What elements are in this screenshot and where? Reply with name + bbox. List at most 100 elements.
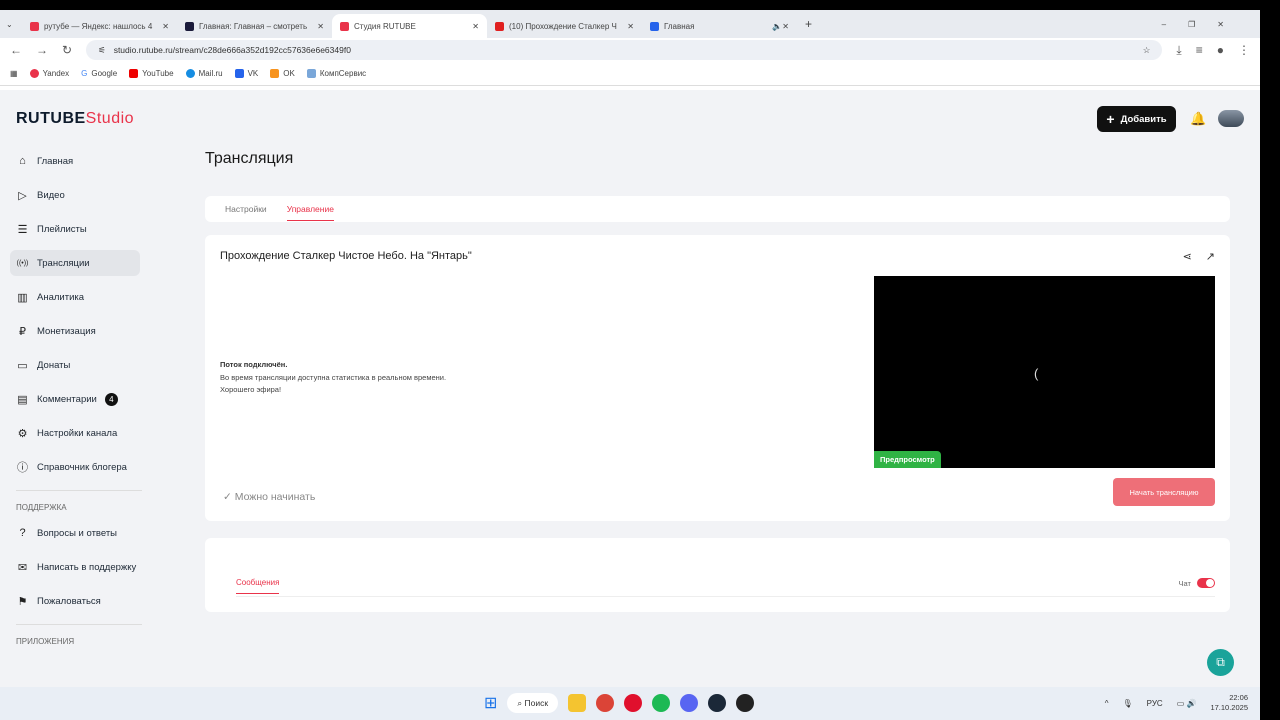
tray-expand-icon[interactable]: ^ xyxy=(1105,699,1109,708)
close-tab-icon[interactable]: ✕ xyxy=(472,22,479,31)
browser-tab[interactable]: Главная 🔈✕ xyxy=(642,14,797,38)
sidebar-item-home[interactable]: ⌂ Главная xyxy=(10,148,140,174)
apps-icon[interactable]: ▦ xyxy=(10,69,18,78)
stream-title: Прохождение Сталкер Чистое Небо. На "Янт… xyxy=(220,250,472,262)
video-preview-player[interactable]: ( Предпросмотр xyxy=(874,276,1215,468)
analytics-icon: ▥ xyxy=(17,291,28,304)
bookmark-kompservis[interactable]: КомпСервис xyxy=(306,69,366,78)
tab-label: Главная xyxy=(664,21,695,31)
browser-tab[interactable]: Главная: Главная – смотреть ✕ xyxy=(177,14,332,38)
sidebar-item-channel-settings[interactable]: ⚙ Настройки канала xyxy=(10,420,140,446)
stream-card: Прохождение Сталкер Чистое Небо. На "Янт… xyxy=(205,235,1230,521)
sidebar-item-faq[interactable]: ? Вопросы и ответы xyxy=(10,520,140,546)
tab-search-button[interactable]: ⌄ xyxy=(6,20,22,29)
profile-icon[interactable]: ● xyxy=(1217,43,1224,57)
taskbar-search[interactable]: ⌕ Поиск xyxy=(507,693,559,713)
bookmark-yandex[interactable]: Yandex xyxy=(29,69,69,78)
tab-messages[interactable]: Сообщения xyxy=(236,578,280,594)
question-icon: ? xyxy=(19,527,26,539)
opera-icon[interactable] xyxy=(624,694,643,712)
tab-favicon-icon xyxy=(495,21,504,31)
tab-favicon-icon xyxy=(650,21,659,31)
microphone-icon[interactable]: 🎙 xyxy=(1123,699,1133,708)
studio-page: RUTUBEStudio + Добавить 🔔 ⌂ Главная ▷ Видео… xyxy=(0,90,1260,687)
url-input[interactable]: ⚟ studio.rutube.ru/stream/c28de666a352d19… xyxy=(86,40,1163,60)
video-icon: ▷ xyxy=(18,189,27,202)
new-tab-button[interactable]: + xyxy=(805,17,812,31)
sidebar-item-comments[interactable]: ▤ Комментарии 4 xyxy=(10,386,140,412)
bookmark-youtube[interactable]: YouTube xyxy=(129,69,174,78)
close-tab-icon[interactable]: 🔈✕ xyxy=(772,22,789,31)
ready-status: ✓ Можно начинать xyxy=(223,491,316,503)
bookmark-vk[interactable]: VK xyxy=(234,69,258,78)
bookmark-mailru[interactable]: Mail.ru xyxy=(185,69,223,78)
spotify-icon[interactable] xyxy=(652,694,671,712)
tab-label: рутубе — Яндекс: нашлось 4 xyxy=(44,21,153,31)
discord-icon[interactable] xyxy=(680,694,699,712)
close-tab-icon[interactable]: ✕ xyxy=(162,22,169,31)
network-volume-icon[interactable]: ▭ 🔊 xyxy=(1177,699,1197,708)
comments-icon: ▤ xyxy=(17,393,28,406)
download-icon[interactable]: ⤓ xyxy=(1176,43,1181,58)
reload-icon[interactable]: ↻ xyxy=(62,43,72,57)
sidebar-item-streams[interactable]: ((•)) Трансляции xyxy=(10,250,140,276)
app-icon[interactable] xyxy=(736,694,755,712)
sidebar: ⌂ Главная ▷ Видео ☰ Плейлисты ((•)) Трансляц… xyxy=(10,148,142,654)
bell-icon[interactable]: 🔔 xyxy=(1190,111,1206,127)
bookmark-ok[interactable]: OK xyxy=(270,69,295,78)
preview-badge: Предпросмотр xyxy=(874,451,941,468)
steam-icon[interactable] xyxy=(708,694,727,712)
chat-toggle[interactable] xyxy=(1197,578,1215,588)
sidebar-item-contact-support[interactable]: ✉ Написать в поддержку xyxy=(10,554,140,580)
sidebar-item-playlists[interactable]: ☰ Плейлисты xyxy=(10,216,140,242)
sidebar-item-blogger-guide[interactable]: ⓘ Справочник блогера xyxy=(10,454,140,480)
language-indicator[interactable]: РУС xyxy=(1147,699,1163,708)
mail-icon: ✉ xyxy=(17,561,28,574)
bookmarks-bar: ▦ Yandex G Google YouTube Mail.ru VK OK К… xyxy=(0,62,1260,86)
external-link-icon[interactable]: ↗ xyxy=(1206,250,1215,263)
extensions-icon[interactable]: ≡ xyxy=(1196,43,1203,57)
bookmark-google[interactable]: G Google xyxy=(81,69,117,78)
browser-chrome: ⌄ рутубе — Яндекс: нашлось 4 ✕ Главная: Г… xyxy=(0,10,1260,90)
browser-tab-active[interactable]: Студия RUTUBE ✕ xyxy=(332,14,487,38)
chat-card: Сообщения Чат xyxy=(205,538,1230,612)
sidebar-item-monetization[interactable]: ₽ Монетизация xyxy=(10,318,140,344)
flag-icon: ⚑ xyxy=(17,595,28,608)
add-button[interactable]: + Добавить xyxy=(1097,106,1176,132)
tab-settings[interactable]: Настройки xyxy=(225,204,267,214)
start-stream-button[interactable]: Начать трансляцию xyxy=(1113,478,1215,506)
forward-icon[interactable]: → xyxy=(36,43,48,57)
support-chat-button[interactable]: ⧉ xyxy=(1207,649,1234,676)
back-icon[interactable]: ← xyxy=(10,43,22,57)
chrome-icon[interactable] xyxy=(596,694,615,712)
donation-icon: ▭ xyxy=(17,359,28,372)
broadcast-icon: ((•)) xyxy=(16,259,29,267)
divider xyxy=(236,596,1215,597)
playlist-icon: ☰ xyxy=(17,223,28,236)
tab-label: (10) Прохождение Сталкер Ч xyxy=(509,21,617,31)
sidebar-item-report[interactable]: ⚑ Пожаловаться xyxy=(10,588,140,614)
browser-tab[interactable]: (10) Прохождение Сталкер Ч ✕ xyxy=(487,14,642,38)
bookmark-star-icon[interactable]: ☆ xyxy=(1143,45,1151,56)
add-label: Добавить xyxy=(1120,113,1167,125)
sidebar-item-video[interactable]: ▷ Видео xyxy=(10,182,140,208)
close-tab-icon[interactable]: ✕ xyxy=(627,22,634,31)
windows-start-icon[interactable]: ⊞ xyxy=(484,693,497,713)
clock[interactable]: 22:06 17.10.2025 xyxy=(1210,693,1248,713)
browser-tab[interactable]: рутубе — Яндекс: нашлось 4 ✕ xyxy=(22,14,177,38)
close-tab-icon[interactable]: ✕ xyxy=(317,22,324,31)
tab-management[interactable]: Управление xyxy=(286,198,334,221)
share-icon[interactable]: ⋖ xyxy=(1183,250,1192,263)
tab-favicon-icon xyxy=(185,21,194,31)
sidebar-item-analytics[interactable]: ▥ Аналитика xyxy=(10,284,140,310)
menu-icon[interactable]: ⋮ xyxy=(1238,43,1250,57)
check-icon: ✓ xyxy=(223,491,235,503)
rutube-studio-logo[interactable]: RUTUBEStudio xyxy=(16,110,134,128)
sidebar-item-donations[interactable]: ▭ Донаты xyxy=(10,352,140,378)
file-explorer-icon[interactable] xyxy=(568,694,587,712)
site-info-icon[interactable]: ⚟ xyxy=(98,45,106,56)
avatar[interactable] xyxy=(1218,110,1244,127)
tab-strip: ⌄ рутубе — Яндекс: нашлось 4 ✕ Главная: Г… xyxy=(0,10,1260,38)
window-controls[interactable]: –❐✕ xyxy=(1162,20,1246,29)
chat-toggle-label: Чат xyxy=(1178,578,1191,588)
